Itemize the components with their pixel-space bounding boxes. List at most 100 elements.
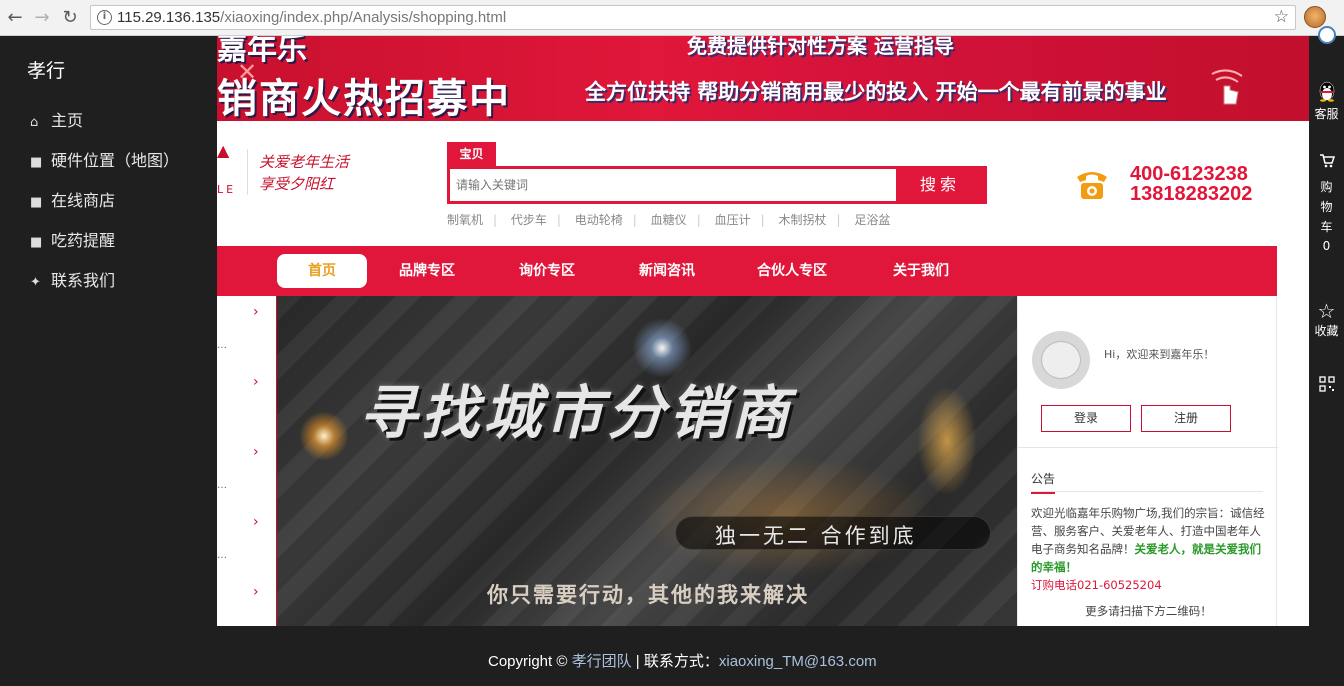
- hot-keyword[interactable]: 血糖仪: [651, 211, 687, 228]
- folder-icon: ■: [30, 235, 43, 250]
- hot-keyword[interactable]: 制氧机: [447, 211, 483, 228]
- qrcode-button[interactable]: [1309, 376, 1344, 395]
- tagline-line-1: 关爱老年生活: [259, 153, 350, 171]
- notice-phone: 订购电话021-60525204: [1031, 578, 1162, 592]
- folder-icon: ■: [30, 195, 43, 210]
- search-box: 搜索: [447, 166, 987, 204]
- cart-icon: [1319, 154, 1335, 168]
- footer-left-fill: [0, 626, 217, 686]
- promo-banner[interactable]: 嘉年乐 销商火热招募中 ✕ 免费提供针对性方案 运营指导 全方位扶持 帮助分销商…: [217, 36, 1309, 121]
- search-input[interactable]: [450, 169, 899, 201]
- folder-icon: ■: [30, 155, 43, 170]
- hot-keyword[interactable]: 足浴盆: [854, 211, 890, 228]
- page-content: 嘉年乐 销商火热招募中 ✕ 免费提供针对性方案 运营指导 全方位扶持 帮助分销商…: [217, 36, 1309, 626]
- customer-service-label: 客服: [1314, 107, 1339, 121]
- info-icon[interactable]: i: [97, 10, 112, 25]
- sidebar-item-label: 吃药提醒: [51, 231, 116, 250]
- category-ellipsis: …: [217, 480, 227, 491]
- copyright-prefix: Copyright ©: [488, 653, 568, 670]
- keyword-separator: |: [696, 213, 701, 227]
- banner-top-right-text: 免费提供针对性方案 运营指导: [687, 36, 954, 58]
- left-sidebar: 孝行 ⌂ 主页 ■ 硬件位置（地图） ■ 在线商店 ■ 吃药提醒 ✦ 联系我们: [0, 36, 217, 686]
- footer-right-fill: [1309, 626, 1344, 686]
- hot-keyword[interactable]: 血压计: [715, 211, 751, 228]
- hotline-1: 400-6123238: [1130, 163, 1248, 185]
- sidebar-item-medicine-reminder[interactable]: ■ 吃药提醒: [30, 230, 115, 252]
- extension-icon[interactable]: [1304, 6, 1326, 28]
- chevron-right-icon[interactable]: ›: [253, 514, 259, 530]
- sidebar-item-label: 联系我们: [51, 271, 116, 290]
- chevron-right-icon[interactable]: ›: [253, 584, 259, 600]
- hero-carousel-slide[interactable]: 寻找城市分销商 独一无二 合作到底 你只需要行动，其他的我来解决: [277, 296, 1017, 626]
- hotline-2: 13818283202: [1130, 183, 1253, 205]
- cart-button[interactable]: 购物车 0: [1309, 154, 1344, 253]
- search-button[interactable]: 搜索: [896, 169, 984, 201]
- chevron-right-icon[interactable]: ›: [253, 374, 259, 390]
- panel-divider: [1018, 447, 1278, 448]
- team-link[interactable]: 孝行团队: [572, 653, 632, 670]
- nav-partner-zone[interactable]: 合伙人专区: [745, 246, 839, 296]
- keyword-separator: |: [493, 213, 498, 227]
- avatar: [1032, 331, 1090, 389]
- login-button[interactable]: 登录: [1041, 405, 1131, 432]
- qq-penguin-icon: [1319, 81, 1334, 102]
- hero-flare: [299, 411, 349, 461]
- right-toolbar: 客服 购物车 0 ☆ 收藏: [1309, 26, 1344, 626]
- hero-subtitle: 你只需要行动，其他的我来解决: [487, 583, 809, 607]
- nav-news[interactable]: 新闻咨讯: [627, 246, 707, 296]
- hero-title: 寻找城市分销商: [359, 379, 794, 447]
- register-button[interactable]: 注册: [1141, 405, 1231, 432]
- banner-close-mark-icon: ✕: [237, 58, 258, 86]
- hot-keyword[interactable]: 代步车: [511, 211, 547, 228]
- back-arrow-icon[interactable]: ←: [4, 7, 26, 29]
- site-tagline: 关爱老年生活 享受夕阳红: [259, 151, 349, 195]
- search-tab-products[interactable]: 宝贝: [447, 142, 496, 166]
- notice-more: 更多请扫描下方二维码！: [1085, 604, 1212, 618]
- cart-label: 购物车: [1320, 180, 1333, 234]
- logo-letters-icon: LE: [217, 183, 237, 196]
- reload-icon[interactable]: ↻: [59, 7, 81, 29]
- hot-keyword[interactable]: 木制拐杖: [778, 211, 826, 228]
- nav-about[interactable]: 关于我们: [881, 246, 961, 296]
- site-logo[interactable]: ▲ LE: [217, 141, 237, 201]
- favorite-label: 收藏: [1314, 324, 1339, 338]
- email-link[interactable]: xiaoxing_TM@163.com: [719, 653, 877, 670]
- sidebar-item-home[interactable]: ⌂ 主页: [30, 110, 83, 132]
- chevron-right-icon[interactable]: ›: [253, 444, 259, 460]
- bookmark-star-icon[interactable]: ☆: [1274, 7, 1289, 27]
- url-text[interactable]: 115.29.136.135/xiaoxing/index.php/Analys…: [117, 9, 506, 26]
- contact-label: | 联系方式：: [635, 653, 719, 670]
- browser-toolbar: ← → ↻ i 115.29.136.135/xiaoxing/index.ph…: [0, 0, 1344, 36]
- help-icon[interactable]: [1318, 26, 1336, 44]
- sidebar-item-contact[interactable]: ✦ 联系我们: [30, 270, 115, 292]
- tagline-line-2: 享受夕阳红: [259, 175, 335, 193]
- category-menu: › … › › … › … ›: [217, 296, 277, 626]
- keyword-separator: |: [556, 213, 561, 227]
- sidebar-item-online-store[interactable]: ■ 在线商店: [30, 190, 115, 212]
- logo-divider: [247, 149, 248, 195]
- sidebar-brand[interactable]: 孝行: [27, 56, 65, 83]
- nav-brand-zone[interactable]: 品牌专区: [387, 246, 467, 296]
- address-bar[interactable]: i 115.29.136.135/xiaoxing/index.php/Anal…: [90, 5, 1296, 30]
- qrcode-icon: [1318, 376, 1335, 392]
- sidebar-item-label: 主页: [51, 111, 84, 130]
- forward-arrow-icon[interactable]: →: [31, 7, 53, 29]
- user-panel: Hi，欢迎来到嘉年乐！ 登录 注册 公告 欢迎光临嘉年乐购物广场,我们的宗旨：诚…: [1017, 296, 1278, 626]
- chevron-right-icon[interactable]: ›: [253, 304, 259, 320]
- category-ellipsis: …: [217, 340, 227, 351]
- avatar-face-icon: [1041, 341, 1081, 379]
- nav-home[interactable]: 首页: [277, 254, 367, 288]
- twitter-icon: ✦: [30, 275, 41, 290]
- favorite-button[interactable]: ☆ 收藏: [1309, 300, 1344, 339]
- hot-keyword[interactable]: 电动轮椅: [575, 211, 623, 228]
- nav-inquiry-zone[interactable]: 询价专区: [507, 246, 587, 296]
- hot-keywords: 制氧机 | 代步车 | 电动轮椅 | 血糖仪 | 血压计 | 木制拐杖 | 足浴盆: [447, 211, 890, 228]
- sidebar-item-hardware-map[interactable]: ■ 硬件位置（地图）: [30, 150, 179, 172]
- hand-pointer-icon: [1211, 69, 1243, 105]
- customer-service-button[interactable]: 客服: [1309, 80, 1344, 122]
- banner-headline: 销商火热招募中: [217, 76, 511, 121]
- keyword-separator: |: [836, 213, 841, 227]
- home-icon: ⌂: [30, 115, 39, 130]
- copyright: Copyright © 孝行团队 | 联系方式：xiaoxing_TM@163.…: [488, 650, 877, 671]
- sidebar-item-label: 硬件位置（地图）: [51, 151, 180, 170]
